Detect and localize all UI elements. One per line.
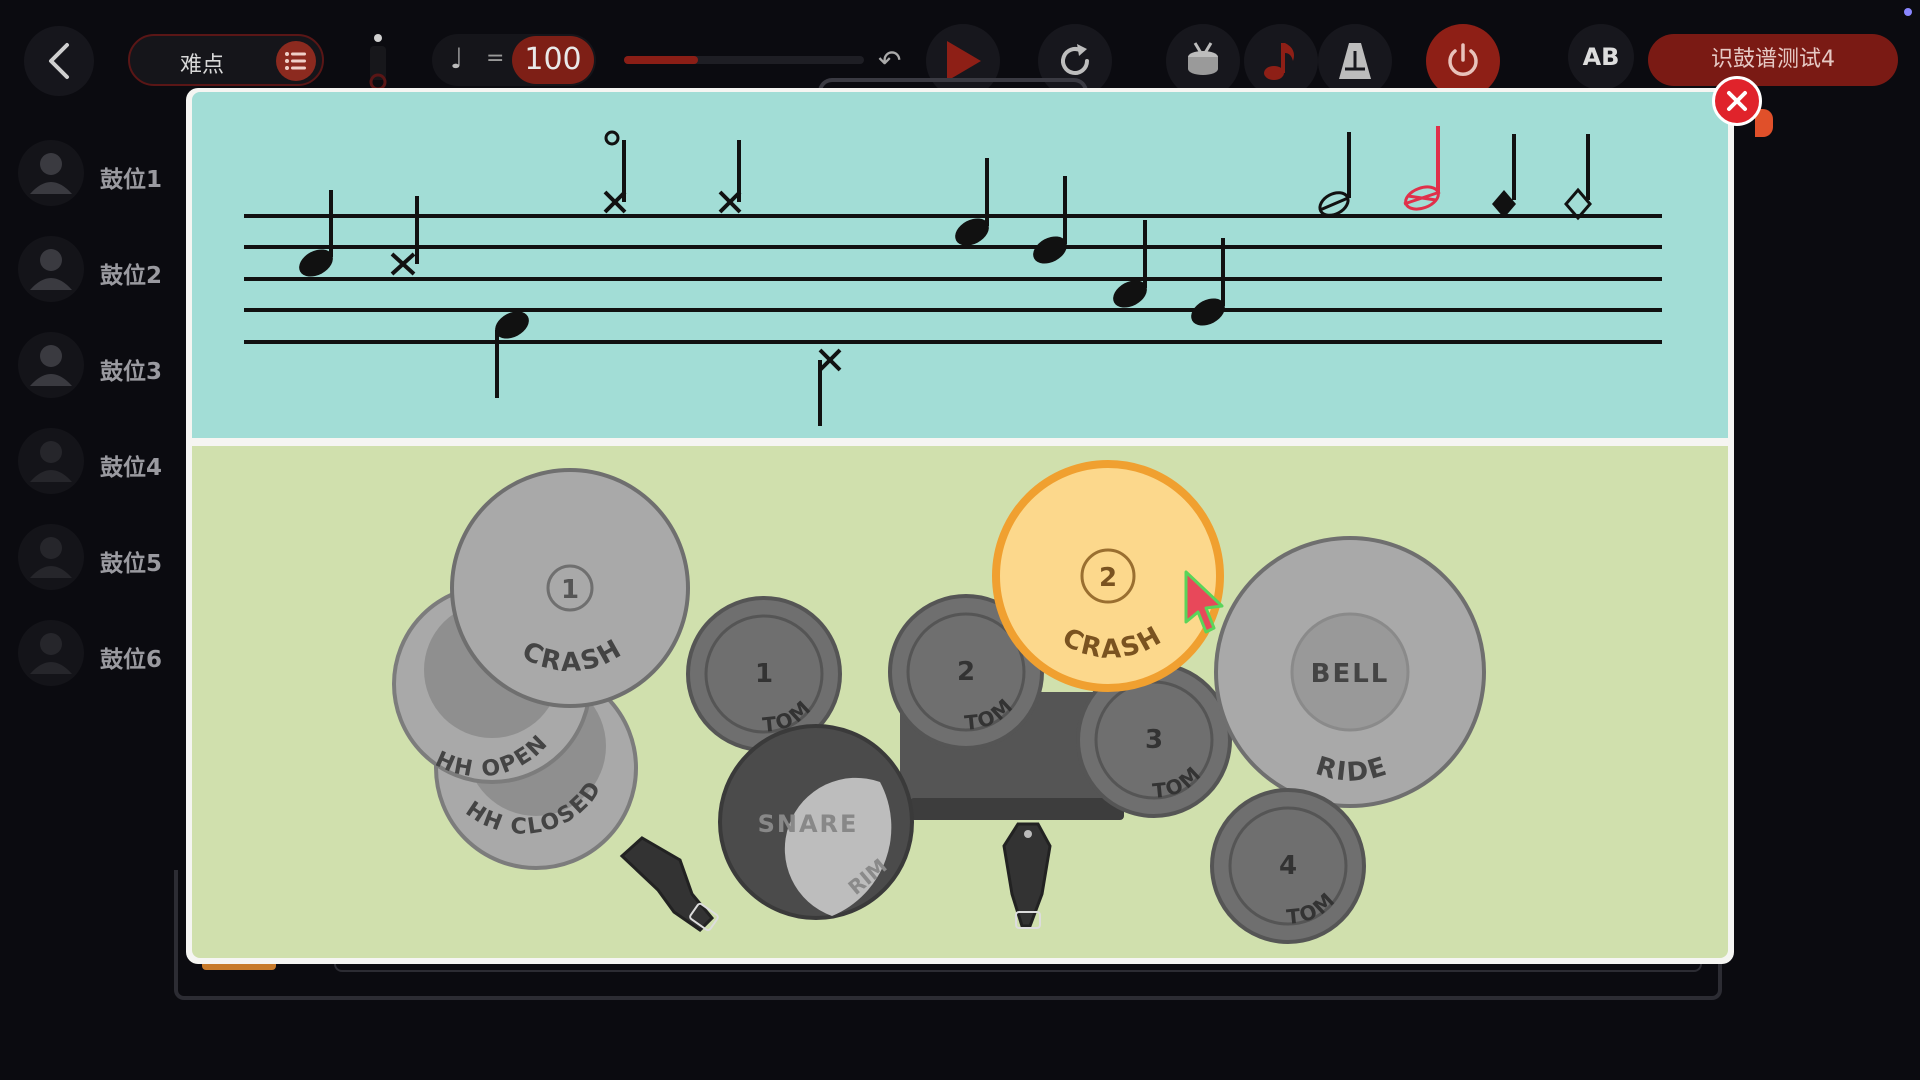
- status-dot: [1904, 8, 1912, 16]
- quarter-note-icon: ♩: [450, 42, 464, 75]
- avatar: [18, 524, 84, 590]
- power-icon: [1448, 43, 1478, 76]
- close-icon: [1727, 91, 1747, 111]
- sidebar-item-player-5[interactable]: 鼓位5: [18, 524, 178, 594]
- staff-note-hihat-open[interactable]: [603, 130, 627, 214]
- tom4-number: 4: [1279, 851, 1297, 881]
- player-label: 鼓位6: [100, 647, 163, 673]
- refresh-icon: [1061, 44, 1089, 75]
- tempo-value[interactable]: 100: [512, 36, 594, 84]
- back-button[interactable]: [24, 26, 94, 96]
- drum-icon: [1188, 42, 1218, 75]
- lesson-title[interactable]: 识鼓谱测试4: [1648, 34, 1898, 86]
- hihat-pedal[interactable]: [619, 836, 719, 932]
- tempo-slider[interactable]: [624, 56, 864, 64]
- staff-note-tom4[interactable]: [1186, 238, 1229, 331]
- drum-kit: HH CLOSED HH OPEN 1 CRASH 1 TOM 2 TOM 3 …: [392, 460, 1486, 944]
- notation-staff: [244, 126, 1662, 426]
- player-label: 鼓位3: [100, 359, 163, 385]
- sidebar-item-player-2[interactable]: 鼓位2: [18, 236, 178, 306]
- snare-pad[interactable]: SNARE RIM: [718, 724, 914, 920]
- drum-kit-area: HH CLOSED HH OPEN 1 CRASH 1 TOM 2 TOM 3 …: [192, 446, 1728, 958]
- play-icon: [947, 41, 981, 81]
- player-label: 鼓位1: [100, 167, 163, 193]
- tempo-slider-fill: [624, 56, 699, 64]
- music-note-icon: [1264, 43, 1294, 80]
- metronome-icon: [1339, 43, 1371, 79]
- avatar: [18, 236, 84, 302]
- sidebar-item-player-1[interactable]: 鼓位1: [18, 140, 178, 210]
- difficulty-label: 难点: [180, 53, 225, 78]
- crash1-pad[interactable]: 1 CRASH: [450, 468, 690, 708]
- microphone-icon[interactable]: [360, 30, 396, 94]
- tempo-control: ♩ = 100: [432, 34, 596, 86]
- bass-drum-edge: [910, 798, 1124, 820]
- staff-note-tom3[interactable]: [1108, 220, 1151, 313]
- crash2-number: 2: [1099, 563, 1117, 593]
- staff-note-floor[interactable]: [490, 306, 533, 398]
- sidebar-item-player-4[interactable]: 鼓位4: [18, 428, 178, 498]
- ab-loop-button[interactable]: AB: [1568, 24, 1634, 90]
- staff-note-ride[interactable]: [1564, 134, 1592, 221]
- avatar: [18, 428, 84, 494]
- staff-note-snare[interactable]: [1028, 176, 1071, 269]
- tom2-number: 2: [957, 657, 975, 687]
- player-sidebar: 鼓位1 鼓位2 鼓位3 鼓位4 鼓位5 鼓位6: [0, 130, 170, 690]
- list-icon: [285, 52, 306, 70]
- staff-note-hihat[interactable]: [390, 196, 419, 276]
- ride-pad[interactable]: BELL RIDE: [1214, 536, 1486, 808]
- music-note-button[interactable]: [1244, 24, 1318, 98]
- back-icon: [49, 43, 69, 79]
- tom1-number: 1: [755, 659, 773, 689]
- player-label: 鼓位5: [100, 551, 163, 577]
- undo-icon[interactable]: ↶: [878, 44, 901, 77]
- kick-pedal[interactable]: [1002, 822, 1052, 929]
- notation-staff-area: [192, 92, 1728, 438]
- list-button[interactable]: [276, 41, 316, 81]
- power-button[interactable]: [1426, 24, 1500, 98]
- staff-note-pedal-hihat[interactable]: [818, 348, 842, 426]
- avatar: [18, 620, 84, 686]
- staff-note-tom1[interactable]: [294, 190, 337, 282]
- tempo-equals: =: [486, 46, 505, 71]
- avatar: [18, 332, 84, 398]
- avatar: [18, 140, 84, 206]
- drum-button[interactable]: [1166, 24, 1240, 98]
- sidebar-item-player-3[interactable]: 鼓位3: [18, 332, 178, 402]
- drum-notation-dialog: HH CLOSED HH OPEN 1 CRASH 1 TOM 2 TOM 3 …: [186, 88, 1734, 964]
- tom3-number: 3: [1145, 725, 1163, 755]
- bell-label: BELL: [1311, 659, 1390, 689]
- staff-note-crash-open[interactable]: [1316, 132, 1352, 220]
- staff-note-bell[interactable]: [1492, 134, 1516, 218]
- player-label: 鼓位2: [100, 263, 163, 289]
- tom4-pad[interactable]: 4 TOM: [1210, 788, 1366, 944]
- sidebar-item-player-6[interactable]: 鼓位6: [18, 620, 178, 690]
- staff-note-crash[interactable]: [718, 140, 742, 214]
- staff-note-current[interactable]: [1403, 126, 1442, 213]
- close-button[interactable]: [1712, 76, 1773, 137]
- crash1-number: 1: [561, 575, 579, 605]
- snare-label: SNARE: [758, 810, 859, 838]
- staff-note-tom2[interactable]: [950, 158, 993, 251]
- player-label: 鼓位4: [100, 455, 163, 481]
- metronome-button[interactable]: [1318, 24, 1392, 98]
- difficulty-selector[interactable]: 难点: [128, 34, 324, 86]
